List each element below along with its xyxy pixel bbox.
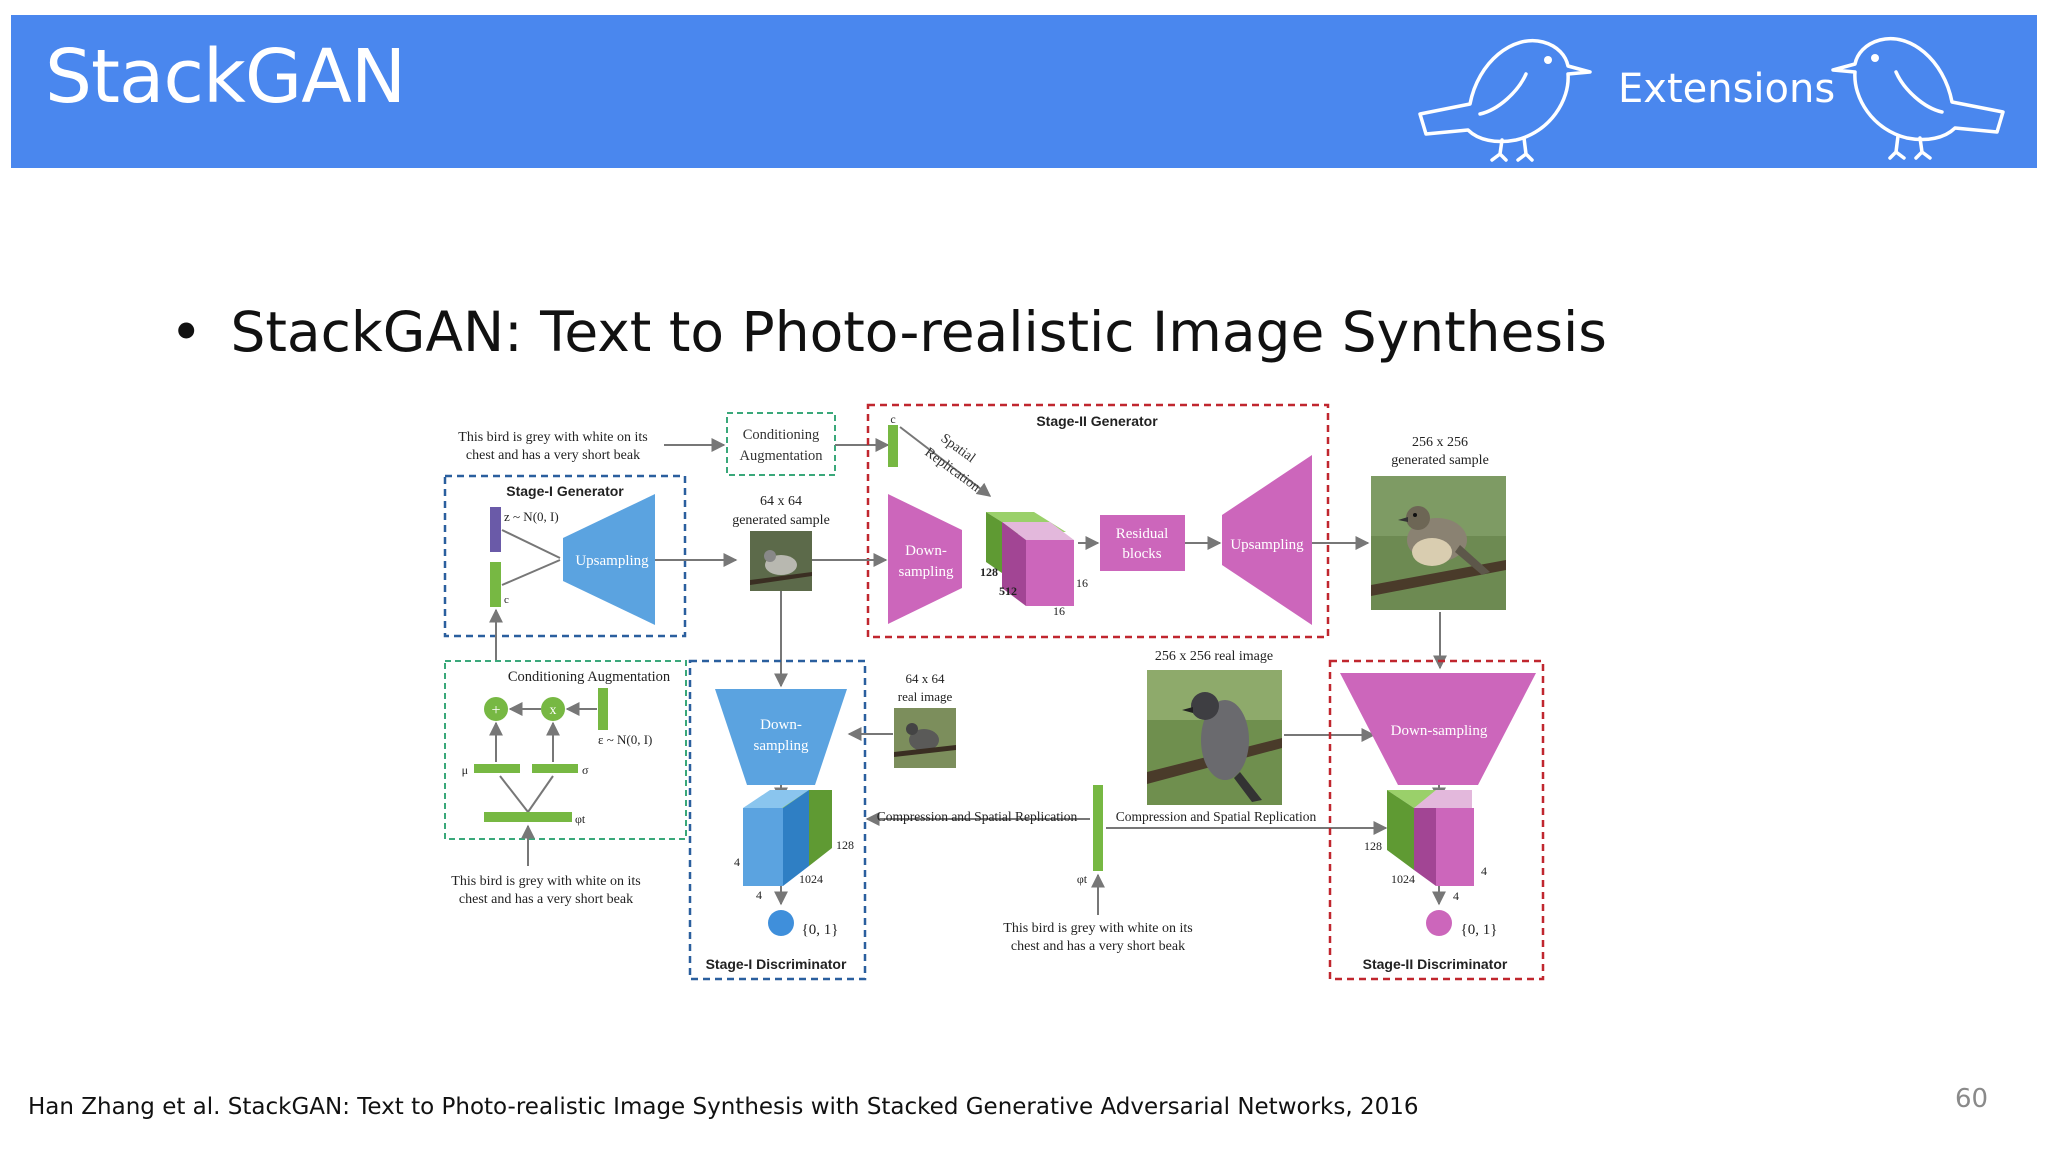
plus-sign: + (491, 702, 500, 719)
text-input-top-l1: This bird is grey with white on its (458, 430, 647, 445)
text-input-bc-l1: This bird is grey with white on its (1003, 921, 1192, 936)
cube-d1-front (743, 808, 783, 886)
cube-g2-front (1026, 540, 1074, 606)
downsampling-block-d1 (715, 689, 847, 785)
compression-right-label: Compression and Spatial Replication (1116, 809, 1317, 824)
sigma-label: σ (582, 763, 589, 777)
real-256-image (1147, 670, 1282, 805)
upsampling-g2-label: Upsampling (1230, 537, 1304, 553)
c-label-top: c (890, 412, 895, 426)
dim-d1-128: 128 (836, 838, 854, 852)
dim-g2-128: 128 (980, 565, 998, 579)
stage2-generator-label: Stage-II Generator (1036, 413, 1158, 429)
sigma-vector (532, 764, 578, 773)
downsampling-block-g2 (888, 494, 962, 624)
line-z-merge (501, 529, 561, 559)
c-vector-stage1 (490, 562, 501, 607)
cube-d2-front (1436, 808, 1474, 886)
dim-g2-512: 512 (999, 584, 1017, 598)
text-input-bl-l2: chest and has a very short beak (459, 892, 633, 907)
sample-256-l1: 256 x 256 (1412, 435, 1468, 450)
dim-d1-4a: 4 (734, 855, 740, 869)
z-vector (490, 507, 501, 552)
cube-d1-side-green (809, 790, 832, 866)
downsampling-d2-label: Down-sampling (1391, 723, 1488, 739)
residual-blocks (1100, 515, 1185, 571)
line-phi-sigma (527, 775, 554, 813)
sample-64-l1: 64 x 64 (760, 494, 802, 509)
upsampling-g1-label: Upsampling (575, 553, 649, 569)
real-64-l2: real image (898, 689, 953, 704)
generated-64-image (750, 531, 812, 591)
real-256-label: 256 x 256 real image (1155, 649, 1273, 664)
dim-d2-4b: 4 (1453, 889, 1459, 903)
residual-l2: blocks (1122, 546, 1161, 562)
output-d1-label: {0, 1} (802, 922, 839, 938)
times-sign: x (550, 703, 557, 718)
sample-256-l2: generated sample (1391, 453, 1489, 468)
residual-l1: Residual (1116, 526, 1169, 542)
dim-d1-4b: 4 (756, 888, 762, 902)
ca-box-top-l2: Augmentation (740, 448, 824, 464)
c-vector-stage2 (888, 425, 898, 467)
phi-label: φt (575, 812, 586, 826)
downsampling-d1-l1: Down- (760, 717, 802, 733)
dim-d2-4a: 4 (1481, 864, 1487, 878)
dim-d2-128: 128 (1364, 839, 1382, 853)
sample-64-l2: generated sample (732, 513, 830, 528)
output-d2-label: {0, 1} (1461, 922, 1498, 938)
dim-g2-16a: 16 (1076, 576, 1088, 590)
dim-g2-16b: 16 (1053, 604, 1065, 618)
dim-d2-1024: 1024 (1391, 872, 1415, 886)
text-input-bc-l2: chest and has a very short beak (1011, 939, 1185, 954)
downsampling-g2-l2: sampling (899, 564, 954, 580)
dim-d1-1024: 1024 (799, 872, 823, 886)
cube-d2-side (1414, 808, 1436, 886)
real-64-image (894, 708, 956, 768)
phi-vector (484, 812, 572, 822)
page-number: 60 (1955, 1084, 1989, 1114)
stage1-generator-label: Stage-I Generator (506, 483, 624, 499)
output-node-d1 (768, 910, 794, 936)
line-c-merge (501, 559, 561, 586)
citation: Han Zhang et al. StackGAN: Text to Photo… (28, 1094, 1419, 1120)
mu-vector (474, 764, 520, 773)
stage1-discriminator-label: Stage-I Discriminator (706, 956, 847, 972)
stage2-discriminator-label: Stage-II Discriminator (1363, 956, 1508, 972)
downsampling-d1-l2: sampling (754, 738, 809, 754)
text-input-bl-l1: This bird is grey with white on its (451, 874, 640, 889)
generated-256-image (1371, 476, 1506, 610)
output-node-d2 (1426, 910, 1452, 936)
phi-vector-center (1093, 785, 1103, 871)
mu-label: μ (462, 763, 468, 777)
eps-vector (598, 688, 608, 730)
z-label: z ~ N(0, I) (504, 509, 559, 524)
c-label-stage1: c (504, 594, 509, 606)
ca-box-top (726, 412, 836, 476)
downsampling-g2-l1: Down- (905, 543, 947, 559)
real-64-l1: 64 x 64 (906, 671, 946, 686)
stackgan-diagram: This bird is grey with white on its ches… (443, 403, 1545, 981)
eps-label: ε ~ N(0, I) (598, 732, 652, 747)
compression-left-label: Compression and Spatial Replication (877, 809, 1078, 824)
phi-center-label: φt (1077, 872, 1088, 886)
ca-box-top-l1: Conditioning (743, 427, 820, 443)
ca-box-left-title: Conditioning Augmentation (508, 669, 671, 685)
text-input-top-l2: chest and has a very short beak (466, 448, 640, 463)
line-phi-mu (499, 775, 529, 813)
